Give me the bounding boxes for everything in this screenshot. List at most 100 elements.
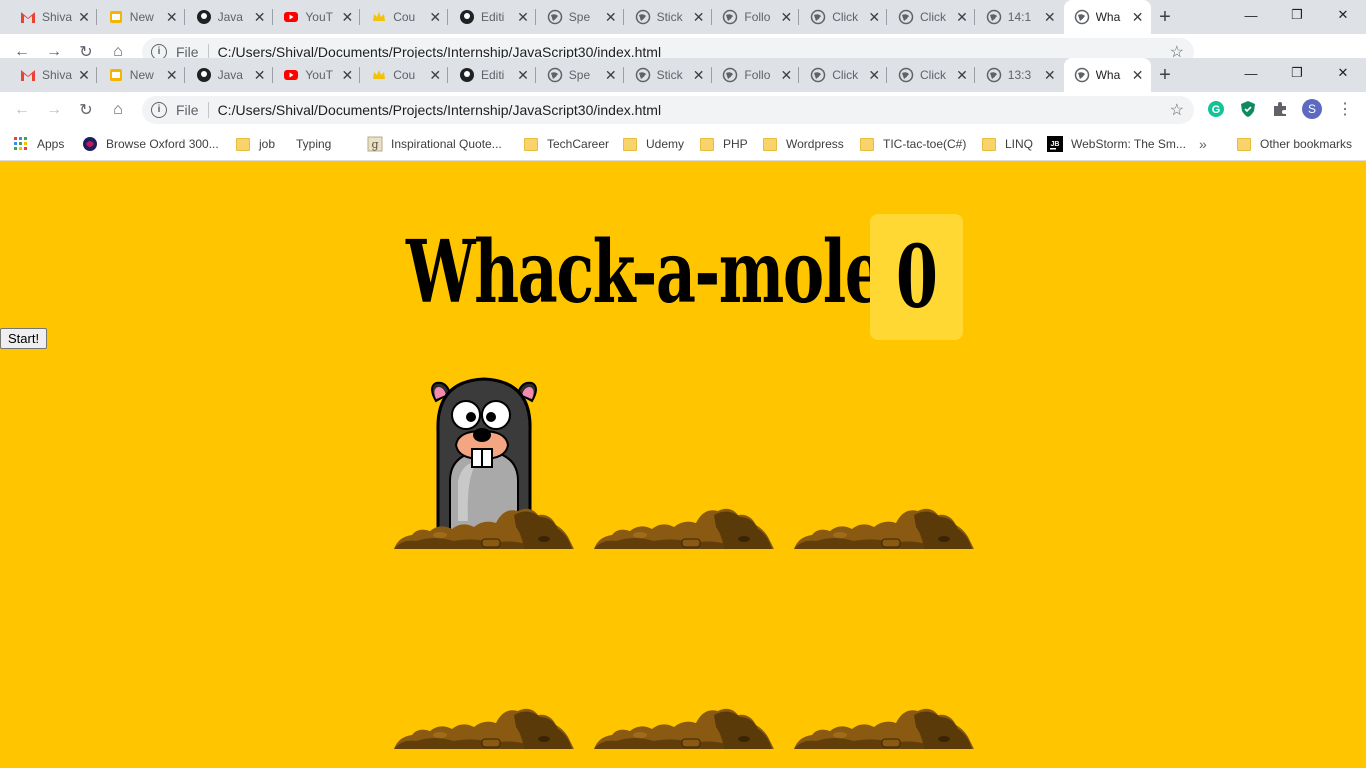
tab[interactable]: Java ✕ <box>186 58 273 92</box>
background-new-tab-button[interactable]: + <box>1151 0 1179 34</box>
menu-kebab-icon[interactable]: ⋮ <box>1334 98 1356 120</box>
background-minimize-button[interactable]: — <box>1228 0 1274 30</box>
bookmark-item[interactable]: Typing <box>296 128 331 160</box>
start-button[interactable]: Start! <box>0 328 48 349</box>
mole-hole[interactable] <box>594 549 794 749</box>
background-tab-close-icon[interactable]: ✕ <box>867 9 881 26</box>
bookmark-item[interactable]: Apps <box>14 128 64 160</box>
restore-button[interactable]: ❐ <box>1274 58 1320 88</box>
background-tab[interactable]: 14:1 ✕ <box>976 0 1063 34</box>
grammarly-extension-icon[interactable]: G <box>1205 98 1227 120</box>
background-tab-close-icon[interactable]: ✕ <box>165 9 179 26</box>
background-home-icon[interactable]: ⌂ <box>106 40 130 58</box>
back-icon[interactable]: ← <box>10 98 34 122</box>
background-tab-close-icon[interactable]: ✕ <box>692 9 706 26</box>
tab-close-icon[interactable]: ✕ <box>1131 67 1145 84</box>
bookmark-item[interactable]: TechCareer <box>524 128 609 160</box>
close-window-button[interactable]: ✕ <box>1320 58 1366 88</box>
tab-close-icon[interactable]: ✕ <box>253 67 267 84</box>
bookmark-item[interactable]: JB WebStorm: The Sm... <box>1047 128 1186 160</box>
tab-close-icon[interactable]: ✕ <box>604 67 618 84</box>
background-tab-close-icon[interactable]: ✕ <box>340 9 354 26</box>
mole-hole[interactable] <box>794 549 994 749</box>
home-icon[interactable]: ⌂ <box>106 98 130 122</box>
tab-close-icon[interactable]: ✕ <box>165 67 179 84</box>
other-bookmarks[interactable]: Other bookmarks <box>1237 128 1352 160</box>
background-address-bar[interactable]: i File C:/Users/Shival/Documents/Project… <box>142 38 1194 58</box>
mole-hole[interactable] <box>794 349 994 549</box>
background-tab[interactable]: Follo ✕ <box>712 0 800 34</box>
background-reload-icon[interactable]: ↻ <box>74 40 98 58</box>
background-tab[interactable]: Cou ✕ <box>361 0 449 34</box>
background-tab-close-icon[interactable]: ✕ <box>779 9 793 26</box>
tab[interactable]: Cou ✕ <box>361 58 449 92</box>
tab[interactable]: Click ✕ <box>888 58 975 92</box>
shield-extension-icon[interactable] <box>1237 98 1259 120</box>
background-tab[interactable]: Java ✕ <box>186 0 273 34</box>
background-star-icon[interactable]: ☆ <box>1170 42 1184 58</box>
background-tab[interactable]: Click ✕ <box>800 0 888 34</box>
tab-close-icon[interactable]: ✕ <box>955 67 969 84</box>
background-tab[interactable]: YouT ✕ <box>273 0 361 34</box>
address-bar[interactable]: i File C:/Users/Shival/Documents/Project… <box>142 96 1194 124</box>
bookmark-item[interactable]: g Inspirational Quote... <box>367 128 502 160</box>
tab-close-icon[interactable]: ✕ <box>516 67 530 84</box>
background-forward-icon[interactable]: → <box>42 40 66 58</box>
extensions-puzzle-icon[interactable] <box>1269 98 1291 120</box>
reload-icon[interactable]: ↻ <box>74 98 98 122</box>
tab-close-icon[interactable]: ✕ <box>779 67 793 84</box>
bookmark-item[interactable]: Wordpress <box>763 128 844 160</box>
tab[interactable]: Editi ✕ <box>449 58 536 92</box>
tab[interactable]: YouT ✕ <box>273 58 361 92</box>
background-tab-close-icon[interactable]: ✕ <box>1043 9 1057 26</box>
tab[interactable]: Wha ✕ <box>1063 58 1151 92</box>
minimize-button[interactable]: — <box>1228 58 1274 88</box>
background-tab[interactable]: Shiva ✕ <box>10 0 97 34</box>
tab[interactable]: New ✕ <box>98 58 185 92</box>
mole-hole[interactable] <box>594 349 794 549</box>
tab-close-icon[interactable]: ✕ <box>692 67 706 84</box>
background-tab[interactable]: Stick ✕ <box>625 0 712 34</box>
tab[interactable]: Click ✕ <box>800 58 888 92</box>
tab[interactable]: Stick ✕ <box>625 58 712 92</box>
background-tab-close-icon[interactable]: ✕ <box>516 9 530 26</box>
bookmark-item[interactable]: Browse Oxford 300... <box>82 128 219 160</box>
background-tab[interactable]: Click ✕ <box>888 0 975 34</box>
bookmarks-overflow-button[interactable]: » <box>1199 128 1207 160</box>
tab-close-icon[interactable]: ✕ <box>77 67 91 84</box>
bookmark-item[interactable]: PHP <box>700 128 748 160</box>
new-tab-button[interactable]: + <box>1151 58 1179 92</box>
background-tab-close-icon[interactable]: ✕ <box>604 9 618 26</box>
bookmark-item[interactable]: LINQ <box>982 128 1033 160</box>
bookmark-item[interactable]: Udemy <box>623 128 684 160</box>
tab-close-icon[interactable]: ✕ <box>867 67 881 84</box>
url-text[interactable]: C:/Users/Shival/Documents/Projects/Inter… <box>218 102 662 118</box>
profile-avatar[interactable]: S <box>1301 98 1323 120</box>
tab[interactable]: 13:3 ✕ <box>976 58 1063 92</box>
tab-close-icon[interactable]: ✕ <box>428 67 442 84</box>
bookmark-item[interactable]: TIC-tac-toe(C#) <box>860 128 966 160</box>
mole-hole[interactable] <box>394 349 594 549</box>
background-tab-close-icon[interactable]: ✕ <box>253 9 267 26</box>
background-restore-button[interactable]: ❐ <box>1274 0 1320 30</box>
site-info-icon[interactable]: i <box>151 102 167 118</box>
background-tab-close-icon[interactable]: ✕ <box>955 9 969 26</box>
mole-hole[interactable] <box>394 549 594 749</box>
tab[interactable]: Follo ✕ <box>712 58 800 92</box>
background-tab[interactable]: Editi ✕ <box>449 0 536 34</box>
background-back-icon[interactable]: ← <box>10 40 34 58</box>
background-tab[interactable]: Wha ✕ <box>1063 0 1151 34</box>
background-close-window-button[interactable]: ✕ <box>1320 0 1366 30</box>
bookmark-star-icon[interactable]: ☆ <box>1170 100 1184 120</box>
forward-icon[interactable]: → <box>42 98 66 122</box>
background-tab-close-icon[interactable]: ✕ <box>77 9 91 26</box>
tab[interactable]: Spe ✕ <box>537 58 624 92</box>
background-tab-close-icon[interactable]: ✕ <box>1131 9 1145 26</box>
background-tab[interactable]: Spe ✕ <box>537 0 624 34</box>
background-tab[interactable]: New ✕ <box>98 0 185 34</box>
bookmark-item[interactable]: job <box>236 128 275 160</box>
tab-close-icon[interactable]: ✕ <box>340 67 354 84</box>
tab-close-icon[interactable]: ✕ <box>1043 67 1057 84</box>
tab[interactable]: Shiva ✕ <box>10 58 97 92</box>
background-tab-close-icon[interactable]: ✕ <box>428 9 442 26</box>
